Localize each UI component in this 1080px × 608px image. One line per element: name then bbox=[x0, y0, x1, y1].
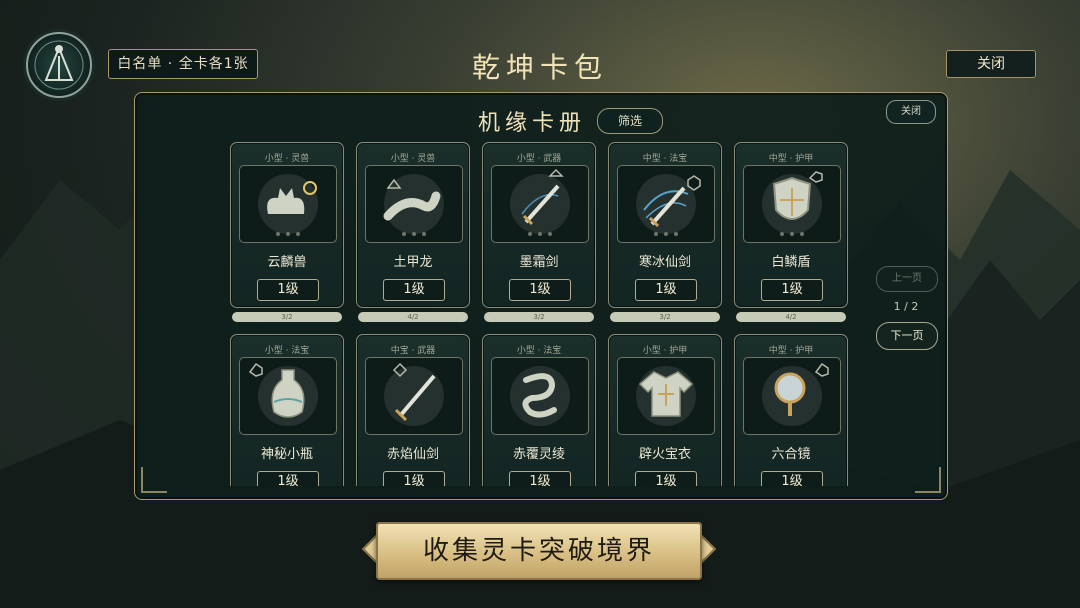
card-type-label: 小型 · 灵兽 bbox=[390, 154, 436, 164]
card-bi-huo-bao-yi[interactable]: 小型 · 护甲 辟火宝衣 1级 bbox=[608, 334, 722, 486]
card-progress-bar: 4/2 bbox=[736, 312, 846, 322]
card-mo-shuang-jian[interactable]: 小型 · 武器 墨霜剑 1级 bbox=[482, 142, 596, 308]
panel-title: 机缘卡册 bbox=[477, 111, 586, 136]
card-liu-he-jing[interactable]: 中型 · 护甲 六合镜 1级 bbox=[734, 334, 848, 486]
next-page-button[interactable]: 下一页 bbox=[876, 322, 938, 350]
progress-text: 4/2 bbox=[407, 313, 419, 321]
page-indicator: 1 / 2 bbox=[893, 300, 919, 313]
card-level-badge: 1级 bbox=[257, 279, 319, 301]
flame-sword-icon bbox=[365, 357, 463, 435]
progress-text: 3/2 bbox=[533, 313, 545, 321]
card-level-badge: 1级 bbox=[509, 279, 571, 301]
progress-text: 3/2 bbox=[659, 313, 671, 321]
card-type-label: 小型 · 灵兽 bbox=[264, 154, 310, 164]
game-emblem-icon[interactable] bbox=[26, 32, 92, 98]
promo-banner: 收集灵卡突破境界 bbox=[376, 522, 702, 580]
card-type-label: 小型 · 武器 bbox=[516, 154, 562, 164]
silk-ribbon-icon bbox=[491, 357, 589, 435]
ink-frost-sword-icon bbox=[491, 165, 589, 243]
six-harmony-mirror-icon bbox=[743, 357, 841, 435]
whitelist-badge: 白名单 · 全卡各1张 bbox=[108, 49, 258, 79]
card-level-badge: 1级 bbox=[383, 279, 445, 301]
card-name: 赤覆灵绫 bbox=[512, 447, 565, 462]
earth-dragon-icon bbox=[365, 165, 463, 243]
card-progress-bar: 3/2 bbox=[484, 312, 594, 322]
card-progress-bar: 3/2 bbox=[610, 312, 720, 322]
card-level-badge: 1级 bbox=[761, 279, 823, 301]
mystery-bottle-icon bbox=[239, 357, 337, 435]
card-level-badge: 1级 bbox=[635, 471, 697, 486]
filter-button[interactable]: 筛选 bbox=[597, 108, 663, 134]
cloud-beast-icon bbox=[239, 165, 337, 243]
card-han-bing-xian-jian[interactable]: 中型 · 法宝 寒冰仙剑 1级 bbox=[608, 142, 722, 308]
card-type-label: 小型 · 法宝 bbox=[264, 346, 310, 356]
card-name: 六合镜 bbox=[771, 447, 811, 462]
card-level-badge: 1级 bbox=[761, 471, 823, 486]
progress-text: 4/2 bbox=[785, 313, 797, 321]
card-type-label: 中型 · 护甲 bbox=[768, 154, 814, 164]
ice-sword-icon bbox=[617, 165, 715, 243]
page-title: 乾坤卡包 bbox=[471, 51, 608, 84]
prev-page-button[interactable]: 上一页 bbox=[876, 266, 938, 292]
banner-text: 收集灵卡突破境界 bbox=[422, 536, 655, 566]
card-type-label: 中型 · 护甲 bbox=[768, 346, 814, 356]
card-chi-yan-xian-jian[interactable]: 中宝 · 武器 赤焰仙剑 1级 bbox=[356, 334, 470, 486]
card-row-2-viewport: 小型 · 法宝 神秘小瓶 1级 中宝 · 武器 赤焰仙剑 1级 小型 · 法宝 bbox=[134, 330, 946, 486]
card-chi-fu-ling-ling[interactable]: 小型 · 法宝 赤覆灵绫 1级 bbox=[482, 334, 596, 486]
card-name: 辟火宝衣 bbox=[638, 447, 691, 462]
card-shen-mi-xiao-ping[interactable]: 小型 · 法宝 神秘小瓶 1级 bbox=[230, 334, 344, 486]
close-button[interactable]: 关闭 bbox=[946, 50, 1036, 78]
card-progress-bar: 3/2 bbox=[232, 312, 342, 322]
card-type-label: 中宝 · 武器 bbox=[390, 346, 436, 356]
card-name: 白鳞盾 bbox=[771, 255, 811, 270]
card-name: 土甲龙 bbox=[393, 255, 433, 270]
card-bai-lin-dun[interactable]: 中型 · 护甲 白鳞盾 1级 bbox=[734, 142, 848, 308]
white-scale-shield-icon bbox=[743, 165, 841, 243]
panel-close-button[interactable]: 关闭 bbox=[886, 100, 936, 124]
fireproof-robe-icon bbox=[617, 357, 715, 435]
card-tu-jia-long[interactable]: 小型 · 灵兽 土甲龙 1级 bbox=[356, 142, 470, 308]
card-name: 云麟兽 bbox=[267, 255, 307, 270]
progress-text: 3/2 bbox=[281, 313, 293, 321]
card-type-label: 小型 · 法宝 bbox=[516, 346, 562, 356]
card-type-label: 小型 · 护甲 bbox=[642, 346, 688, 356]
card-name: 墨霜剑 bbox=[519, 255, 559, 270]
card-level-badge: 1级 bbox=[257, 471, 319, 486]
card-type-label: 中型 · 法宝 bbox=[642, 154, 688, 164]
card-name: 赤焰仙剑 bbox=[386, 447, 439, 462]
card-yun-lin-shou[interactable]: 小型 · 灵兽 云麟兽 1级 bbox=[230, 142, 344, 308]
card-progress-bar: 4/2 bbox=[358, 312, 468, 322]
card-level-badge: 1级 bbox=[383, 471, 445, 486]
card-level-badge: 1级 bbox=[635, 279, 697, 301]
card-name: 神秘小瓶 bbox=[260, 447, 313, 462]
card-name: 寒冰仙剑 bbox=[638, 255, 691, 270]
card-level-badge: 1级 bbox=[509, 471, 571, 486]
